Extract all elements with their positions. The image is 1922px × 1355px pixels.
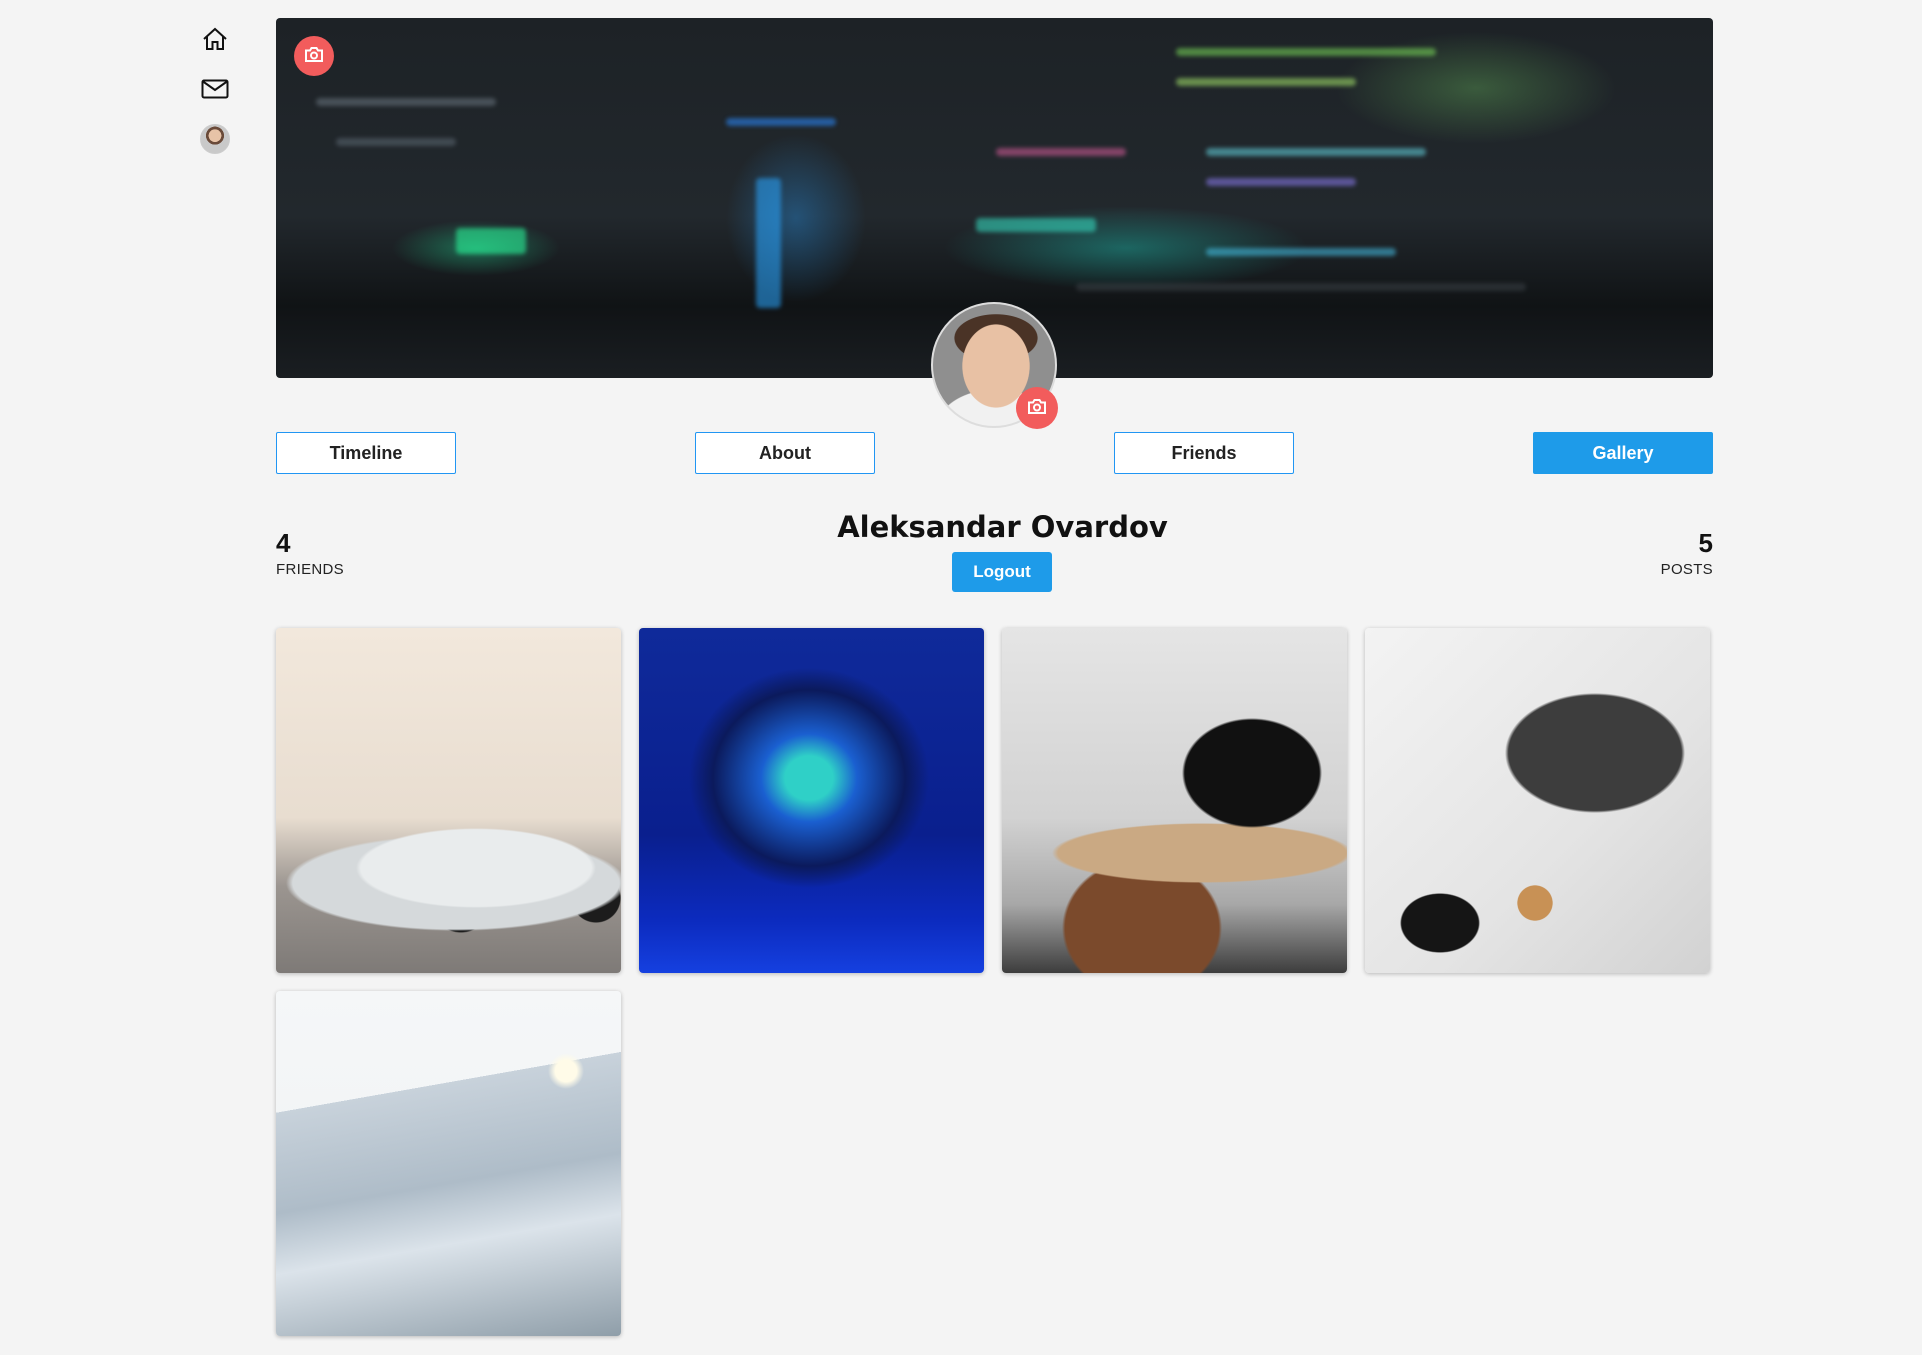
profile-name: Aleksandar Ovardov <box>837 510 1168 544</box>
logout-button[interactable]: Logout <box>952 552 1052 592</box>
avatar <box>200 124 230 154</box>
profile-tabs: Timeline About Friends Gallery <box>276 432 1713 474</box>
camera-icon <box>1027 398 1047 419</box>
tab-timeline[interactable]: Timeline <box>276 432 456 474</box>
gallery-photo-car[interactable] <box>276 628 621 973</box>
tab-gallery[interactable]: Gallery <box>1533 432 1713 474</box>
gallery-photo-mountain[interactable] <box>276 991 621 1336</box>
sidebar <box>190 14 240 164</box>
friends-stat[interactable]: 4 FRIENDS <box>276 528 344 578</box>
change-profile-picture-button[interactable] <box>1016 387 1058 429</box>
friends-label: FRIENDS <box>276 561 344 578</box>
mail-icon[interactable] <box>190 64 240 114</box>
camera-icon <box>304 46 324 67</box>
posts-count: 5 <box>1698 528 1713 558</box>
change-cover-button[interactable] <box>294 36 334 76</box>
posts-stat[interactable]: 5 POSTS <box>1661 528 1713 578</box>
gallery-photo-desk[interactable] <box>1002 628 1347 973</box>
gallery-photo-laptop[interactable] <box>1365 628 1710 973</box>
gallery-photo-monitor[interactable] <box>639 628 984 973</box>
posts-label: POSTS <box>1660 561 1713 578</box>
sidebar-profile[interactable] <box>190 114 240 164</box>
friends-count: 4 <box>276 528 291 558</box>
photo-gallery <box>276 628 1713 1336</box>
home-icon[interactable] <box>190 14 240 64</box>
tab-friends[interactable]: Friends <box>1114 432 1294 474</box>
tab-about[interactable]: About <box>695 432 875 474</box>
